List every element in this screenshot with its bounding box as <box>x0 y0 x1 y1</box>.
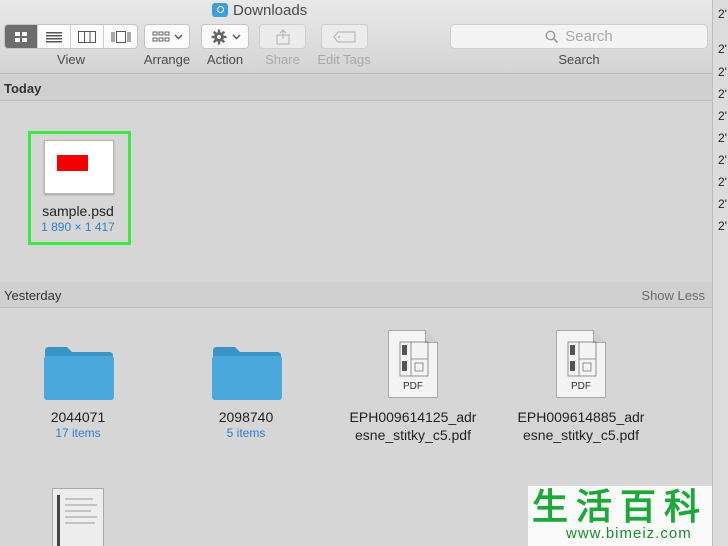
share-button[interactable] <box>259 24 306 49</box>
section-header-today: Today <box>0 75 712 101</box>
search-icon <box>545 30 559 43</box>
watermark-char: 生 <box>532 486 569 527</box>
list-icon <box>46 31 62 42</box>
arrange-label: Arrange <box>143 52 191 67</box>
share-icon <box>276 28 289 44</box>
folder-count: 5 items <box>226 426 266 440</box>
strip-text: 2' <box>718 42 727 56</box>
arrange-button[interactable] <box>144 24 190 49</box>
coverflow-view-button[interactable] <box>104 25 137 48</box>
watermark-char: 活 <box>576 486 613 527</box>
arrange-grid-icon <box>152 31 169 41</box>
pdf-badge: PDF <box>403 381 423 392</box>
watermark-chars: 生 活 百 科 <box>532 487 700 527</box>
column-view-button[interactable] <box>71 25 104 48</box>
finder-toolbar: Downloads View Arrange Action Share Edit… <box>0 0 712 74</box>
pdf-preview-icon <box>567 341 597 377</box>
gear-icon <box>211 29 226 44</box>
file-name-line1: EPH009614125_adr <box>349 409 477 425</box>
chevron-down-icon <box>174 34 182 39</box>
folder-item-2098740[interactable]: 2098740 5 items <box>171 408 321 441</box>
watermark-url: www.bimeiz.com <box>566 525 692 542</box>
folder-icon[interactable] <box>211 345 283 401</box>
file-name-line1: EPH009614885_adr <box>517 409 645 425</box>
folder-icon[interactable] <box>43 345 115 401</box>
pdf-preview-icon <box>399 341 429 377</box>
section-title-yesterday: Yesterday <box>4 288 62 303</box>
view-segmented-control <box>4 24 138 49</box>
search-field[interactable]: Search <box>450 24 708 49</box>
folder-name: 2098740 <box>218 409 274 425</box>
window-title-text: Downloads <box>233 1 308 19</box>
folder-item-2044071[interactable]: 2044071 17 items <box>3 408 153 441</box>
show-less-button[interactable]: Show Less <box>641 288 705 303</box>
file-item-sample-psd[interactable]: sample.psd 1 890 × 1 417 <box>3 202 153 235</box>
section-header-yesterday: Yesterday Show Less <box>0 282 712 308</box>
strip-text: 2' <box>718 131 727 145</box>
list-view-button[interactable] <box>38 25 71 48</box>
pdf-icon[interactable]: PDF <box>388 330 438 398</box>
watermark-char: 科 <box>664 486 701 527</box>
strip-text: 2' <box>718 65 727 79</box>
strip-text: 2' <box>718 153 727 167</box>
strip-text: 2' <box>718 87 727 101</box>
columns-icon <box>78 30 96 43</box>
pdf-item-eph009614885[interactable]: EPH009614885_adr esne_stitky_c5.pdf <box>506 408 656 444</box>
pdf-icon[interactable]: PDF <box>556 330 606 398</box>
file-dimensions: 1 890 × 1 417 <box>41 220 115 234</box>
document-icon-partial[interactable] <box>52 488 104 546</box>
background-window-strip: 2' 2' 2' 2' 2' 2' 2' 2' 2' 2' <box>712 0 728 546</box>
pdf-badge: PDF <box>571 381 591 392</box>
window-title: Downloads <box>212 1 307 19</box>
strip-text: 2' <box>718 219 727 233</box>
chevron-down-icon <box>232 34 240 39</box>
strip-text: 2' <box>718 197 727 211</box>
edit-tags-label: Edit Tags <box>317 52 371 67</box>
pdf-item-eph009614125[interactable]: EPH009614125_adr esne_stitky_c5.pdf <box>338 408 488 444</box>
search-placeholder: Search <box>565 28 613 45</box>
watermark-logo: 生 活 百 科 www.bimeiz.com <box>528 486 712 546</box>
icon-grid-icon <box>15 31 27 42</box>
thumbnail-red-rect <box>57 155 88 171</box>
file-name-line2: esne_stitky_c5.pdf <box>523 427 639 443</box>
view-label: View <box>57 52 85 67</box>
folder-name: 2044071 <box>50 409 106 425</box>
downloads-folder-icon <box>212 3 228 17</box>
section-title-today: Today <box>4 81 42 96</box>
action-label: Action <box>206 52 244 67</box>
search-label: Search <box>558 52 600 67</box>
icon-view-button[interactable] <box>5 25 38 48</box>
tag-icon <box>332 31 355 42</box>
coverflow-icon <box>111 30 130 43</box>
file-name-line2: esne_stitky_c5.pdf <box>355 427 471 443</box>
document-preview-icon <box>57 495 97 546</box>
psd-thumbnail[interactable] <box>44 140 114 194</box>
strip-text: 2' <box>718 7 727 21</box>
file-name: sample.psd <box>42 203 114 219</box>
strip-text: 2' <box>718 109 727 123</box>
action-button[interactable] <box>201 24 249 49</box>
share-label: Share <box>265 52 300 67</box>
edit-tags-button[interactable] <box>321 24 368 49</box>
watermark-char: 百 <box>620 486 657 527</box>
folder-count: 17 items <box>55 426 101 440</box>
strip-text: 2' <box>718 175 727 189</box>
